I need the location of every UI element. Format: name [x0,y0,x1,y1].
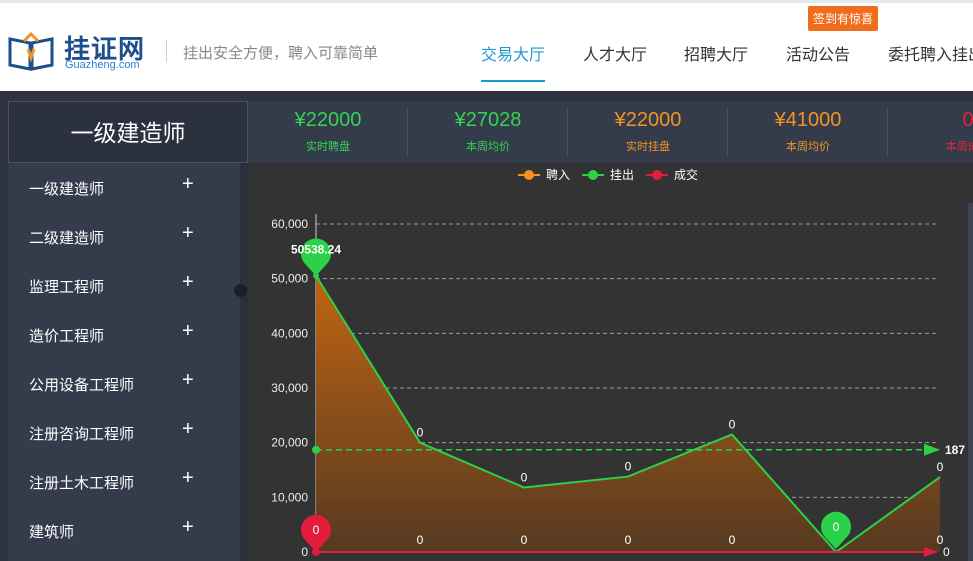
min-pin-deal-label: 0 [313,523,320,537]
stat-caption: 实时聘盘 [306,141,350,153]
deal-end-label: 0 [943,545,950,559]
sidebar-item-label: 建筑师 [29,524,75,541]
sidebar-item-label: 造价工程师 [29,328,105,345]
expand-plus-icon[interactable]: + [182,419,194,439]
sidebar-item-erjian[interactable]: 二级建造师 + [8,212,240,261]
list-area [316,275,940,552]
sidebar-item-jianli[interactable]: 监理工程师 + [8,261,240,310]
deal-point [312,548,320,556]
y-tick-label: 0 [301,545,308,559]
list-point [313,272,319,279]
stat-caption: 本周均价 [466,141,510,153]
max-pin-value: 50538.24 [291,243,341,257]
average-arrow [924,443,940,456]
stat-value: ¥22000 [294,109,362,131]
legend-label: 成交 [674,167,698,182]
nav-trading-hall[interactable]: 交易大厅 [481,41,545,65]
expand-plus-icon[interactable]: + [182,223,194,243]
price-trend-chart: 0 10,000 20,000 30,000 40,000 50,000 60,000 聘入 挂… [248,163,973,561]
y-tick-label: 30,000 [271,381,308,395]
sidebar-item-label: 注册咨询工程师 [29,426,135,443]
legend-label: 聘入 [546,168,570,182]
signin-badge[interactable]: 签到有惊喜 [808,6,879,31]
slogan: 挂出安全方便，聘入可靠简单 [183,45,379,62]
stat-value: ¥41000 [774,109,842,131]
sidebar-item-label: 公用设备工程师 [29,377,135,394]
sidebar-scrollbar[interactable] [240,163,248,561]
sidebar-item-zaojia[interactable]: 造价工程师 + [8,310,240,359]
category-sidebar: 一级建造师 一级建造师 + 二级建造师 + 监理工程师 + 造价工程师 + 公用… [8,101,248,561]
main-nav: 交易大厅 人才大厅 招聘大厅 活动公告 委托聘入挂出 [460,3,973,94]
deal-data-label: 0 [625,533,632,547]
legend-marker [524,170,534,180]
stat-caption: 本周成交 [946,141,973,153]
stat-value: ¥22000 [614,109,682,131]
average-start-dot [312,445,320,454]
price-stats-bar: ¥22000 实时聘盘 ¥27028 本周均价 ¥22000 实时挂盘 ¥410… [248,101,973,163]
sidebar-scroll-thumb[interactable] [234,284,247,297]
y-tick-label: 10,000 [271,490,308,504]
y-tick-label: 50,000 [271,272,308,286]
stat-hire-weekavg: ¥27028 本周均价 [408,101,568,163]
y-tick-label: 40,000 [271,326,308,340]
logo-domain: Guazheng.com [65,59,140,71]
stat-hire-realtime: ¥22000 实时聘盘 [248,101,408,163]
site-logo[interactable]: 挂证网 Guazheng.com [8,27,158,77]
page-scrollbar[interactable] [968,203,973,561]
stat-caption: 本周均价 [786,141,830,153]
top-header: 挂证网 Guazheng.com 挂出安全方便，聘入可靠简单 交易大厅 人才大厅… [0,0,973,91]
slogan-divider [166,40,167,62]
sidebar-item-label: 注册土木工程师 [29,475,135,492]
stat-caption: 实时挂盘 [626,141,670,153]
nav-recruit-hall[interactable]: 招聘大厅 [684,41,748,65]
sidebar-item-yijian[interactable]: 一级建造师 + [8,163,240,212]
deal-data-label: 0 [521,533,528,547]
sidebar-item-zixun[interactable]: 注册咨询工程师 + [8,408,240,457]
chart-svg: 0 10,000 20,000 30,000 40,000 50,000 60,000 聘入 挂… [271,167,965,559]
legend-marker [652,170,662,180]
sidebar-title: 一级建造师 [8,101,248,163]
average-label: 187 [945,443,965,457]
expand-plus-icon[interactable]: + [182,272,194,292]
min-pin-list-label: 0 [833,520,840,534]
nav-active-indicator [481,80,545,82]
legend-marker [588,170,598,180]
nav-talent-hall[interactable]: 人才大厅 [583,41,647,65]
nav-entrust[interactable]: 委托聘入挂出 [888,41,973,65]
stat-value: ¥27028 [454,109,522,131]
legend-label: 挂出 [610,168,634,182]
stat-deal-week: 0 本周成交 [888,101,973,163]
expand-plus-icon[interactable]: + [182,468,194,488]
sidebar-item-label: 二级建造师 [29,230,105,247]
list-data-label: 0 [625,460,632,474]
expand-plus-icon[interactable]: + [182,321,194,341]
expand-plus-icon[interactable]: + [182,370,194,390]
list-data-label: 0 [417,426,424,440]
sidebar-item-label: 监理工程师 [29,279,105,296]
nav-activity-notice[interactable]: 活动公告 [786,41,850,65]
deal-data-label: 0 [729,533,736,547]
sidebar-item-tumu[interactable]: 注册土木工程师 + [8,457,240,506]
list-data-label: 0 [937,460,944,474]
sidebar-item-jianzhu[interactable]: 建筑师 + [8,506,240,555]
list-data-label: 0 [521,470,528,484]
y-tick-label: 20,000 [271,436,308,450]
stat-value: 0 [962,109,973,131]
stat-list-weekavg: ¥41000 本周均价 [728,101,888,163]
list-data-label: 0 [729,417,736,431]
sidebar-item-gongyong[interactable]: 公用设备工程师 + [8,359,240,408]
y-tick-label: 60,000 [271,217,308,231]
logo-book-icon [8,31,54,71]
sidebar-item-label: 一级建造师 [29,181,105,198]
expand-plus-icon[interactable]: + [182,517,194,537]
expand-plus-icon[interactable]: + [182,174,194,194]
stat-list-realtime: ¥22000 实时挂盘 [568,101,728,163]
deal-data-label: 0 [937,533,944,547]
deal-data-label: 0 [417,533,424,547]
